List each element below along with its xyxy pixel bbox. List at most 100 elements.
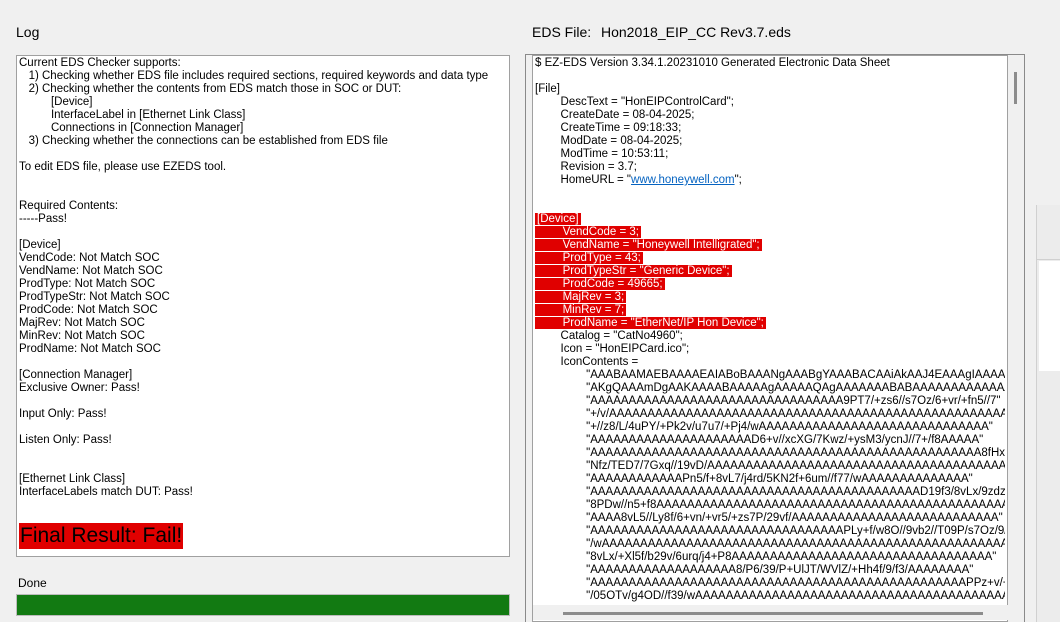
eds-line: HomeURL = "www.honeywell.com"; — [535, 174, 1005, 187]
eds-line: $ EZ-EDS Version 3.34.1.20231010 Generat… — [535, 57, 890, 69]
background-window-text-area — [1039, 261, 1060, 371]
eds-line: "AAABAAMAEBAAAAEAIABoBAAANgAAABgYAAABACA… — [535, 369, 1005, 381]
eds-horizontal-scrollbar[interactable] — [533, 605, 1008, 620]
log-line: 2) Checking whether the contents from ED… — [19, 83, 402, 95]
eds-line: "AKgQAAAmDgAAKAAAABAAAAAgAAAAAQAgAAAAAAA… — [586, 382, 1005, 394]
highlight-indent — [535, 226, 561, 238]
log-line: Connections in [Connection Manager] — [19, 122, 244, 134]
eds-line: "AAAAAAAAAAAAAAAAAAAAAD6+v//xcXG/7Kwz/+y… — [535, 434, 984, 446]
eds-line: [File] — [535, 83, 560, 95]
log-line: MajRev: Not Match SOC — [19, 317, 145, 329]
eds-line-text: "; — [734, 174, 742, 186]
eds-line: Catalog = "CatNo4960"; — [535, 330, 683, 342]
eds-line-highlighted: [Device] — [535, 213, 1005, 226]
eds-line: "+//z8/L/4uPY/+Pk2v/u7u7/+Pj4/wAAAAAAAAA… — [535, 421, 993, 433]
highlighted-text: VendName = "Honeywell Intelligrated"; — [560, 239, 762, 251]
eds-line: IconContents = — [535, 356, 639, 368]
log-line: 1) Checking whether EDS file includes re… — [19, 70, 489, 82]
log-line: ProdCode: Not Match SOC — [19, 304, 158, 316]
eds-line: "8PDw//n5+f8AAAAAAAAAAAAAAAAAAAAAAAAAAAA… — [535, 499, 1005, 511]
eds-line-highlighted: VendCode = 3; — [535, 226, 1005, 239]
status-text: Done — [18, 576, 47, 590]
eds-line: "AAAAAAAAAAAAAAAAAAAAAAAAAAAAAAAAAPLy+f/… — [535, 525, 1005, 537]
eds-line: CreateTime = 09:18:33; — [535, 122, 682, 134]
eds-line: Revision = 3.7; — [535, 161, 637, 173]
log-line: [Ethernet Link Class] — [19, 473, 126, 485]
eds-line: "AAAAAAAAAAAAAAAAAAAAAAAAAAAAAAAAAAAAAAA… — [586, 447, 1005, 459]
log-line: 3) Checking whether the connections can … — [19, 135, 388, 147]
eds-line: "Nfz/TED7/7Gxq//19vD/AAAAAAAAAAAAAAAAAAA… — [535, 460, 1005, 472]
eds-vertical-scrollbar[interactable] — [1009, 56, 1024, 601]
eds-line-highlighted: ProdType = 43; — [535, 252, 1005, 265]
highlight-indent — [535, 278, 561, 290]
highlighted-text: ProdName = "EtherNet/IP Hon Device"; — [560, 317, 766, 329]
background-window-edge — [1036, 205, 1060, 622]
eds-scroll-thumb[interactable] — [1014, 72, 1017, 104]
eds-line: Icon = "HonEIPCard.ico"; — [535, 343, 690, 355]
highlight-indent — [535, 317, 561, 329]
log-line: ProdTypeStr: Not Match SOC — [19, 291, 170, 303]
eds-line-highlighted: ProdTypeStr = "Generic Device"; — [535, 265, 1005, 278]
eds-line: DescText = "HonEIPControlCard"; — [535, 96, 734, 108]
eds-line: "+/v/AAAAAAAAAAAAAAAAAAAAAAAAAAAAAAAAAAA… — [535, 408, 1005, 420]
log-line: Listen Only: Pass! — [19, 434, 112, 446]
log-line: ProdType: Not Match SOC — [19, 278, 156, 290]
log-line: To edit EDS file, please use EZEDS tool. — [19, 161, 227, 173]
highlighted-text: VendCode = 3; — [560, 226, 641, 238]
eds-line: "8vLx/+Xl5f/b29v/6urq/j4+P8AAAAAAAAAAAAA… — [535, 551, 997, 563]
highlight-indent — [535, 265, 561, 277]
log-line: [Device] — [19, 239, 61, 251]
eds-line: "AAAAAAAAAAAAPn5/f+8vL7/j4rd/5KN2f+6um//… — [535, 473, 973, 485]
eds-line: "AAAAAAAAAAAAAAAAAAAAAAAAAAAAAAAAAAAAAAA… — [535, 486, 1005, 498]
background-window-divider — [1037, 259, 1060, 260]
final-result-label: Final Result: Fail! — [19, 523, 184, 549]
eds-line: "AAAAAAAAAAAAAAAAAAA8/P6/39/P+UlJT/WVlZ/… — [535, 564, 974, 576]
log-lines: Current EDS Checker supports: 1) Checkin… — [19, 57, 488, 499]
log-title: Log — [16, 24, 40, 40]
eds-line: "AAAAAAAAAAAAAAAAAAAAAAAAAAAAAAAAAAAAAAA… — [586, 577, 1005, 589]
log-textbox[interactable]: Current EDS Checker supports: 1) Checkin… — [16, 55, 510, 557]
log-line: Input Only: Pass! — [19, 408, 107, 420]
eds-line: ModTime = 10:53:11; — [535, 148, 669, 160]
eds-line-highlighted: MajRev = 3; — [535, 291, 1005, 304]
log-line: VendCode: Not Match SOC — [19, 252, 160, 264]
eds-line: CreateDate = 08-04-2025; — [535, 109, 695, 121]
eds-line-highlighted: ProdName = "EtherNet/IP Hon Device"; — [535, 317, 1005, 330]
eds-file-label: EDS File: — [532, 24, 592, 40]
eds-line-highlighted: ProdCode = 49665; — [535, 278, 1005, 291]
highlight-indent — [535, 291, 561, 303]
highlighted-text: ProdType = 43; — [560, 252, 643, 264]
log-line: Exclusive Owner: Pass! — [19, 382, 140, 394]
eds-line: ModDate = 08-04-2025; — [535, 135, 683, 147]
eds-line-highlighted: MinRev = 7; — [535, 304, 1005, 317]
eds-line: "/wAAAAAAAAAAAAAAAAAAAAAAAAAAAAAAAAAAAAA… — [586, 538, 1005, 550]
eds-line — [535, 70, 1005, 83]
highlight-indent — [535, 304, 561, 316]
log-line: -----Pass! — [19, 213, 67, 225]
eds-line: "AAAAAAAAAAAAAAAAAAAAAAAAAAAAAAAAA9PT7/+… — [535, 395, 1001, 407]
home-url-link[interactable]: www.honeywell.com — [631, 174, 735, 186]
highlight-indent — [535, 239, 561, 251]
eds-line: "AAAA8vL5//Ly8f/6+vn/+vr5/+zs7P/29vf/AAA… — [535, 512, 1003, 524]
eds-line-text: HomeURL = " — [535, 174, 632, 186]
highlighted-text: [Device] — [535, 213, 581, 225]
progress-bar — [16, 594, 510, 616]
highlighted-text: ProdCode = 49665; — [560, 278, 665, 290]
log-line: [Device] — [19, 96, 93, 108]
eds-line: "/05OTv/g4OD//f39/wAAAAAAAAAAAAAAAAAAAAA… — [535, 590, 1005, 602]
log-line: ProdName: Not Match SOC — [19, 343, 161, 355]
highlighted-text: ProdTypeStr = "Generic Device"; — [560, 265, 732, 277]
eds-hscroll-thumb[interactable] — [563, 612, 983, 615]
highlight-indent — [535, 252, 561, 264]
log-line: Current EDS Checker supports: — [19, 57, 181, 69]
eds-viewer[interactable]: $ EZ-EDS Version 3.34.1.20231010 Generat… — [532, 55, 1008, 622]
